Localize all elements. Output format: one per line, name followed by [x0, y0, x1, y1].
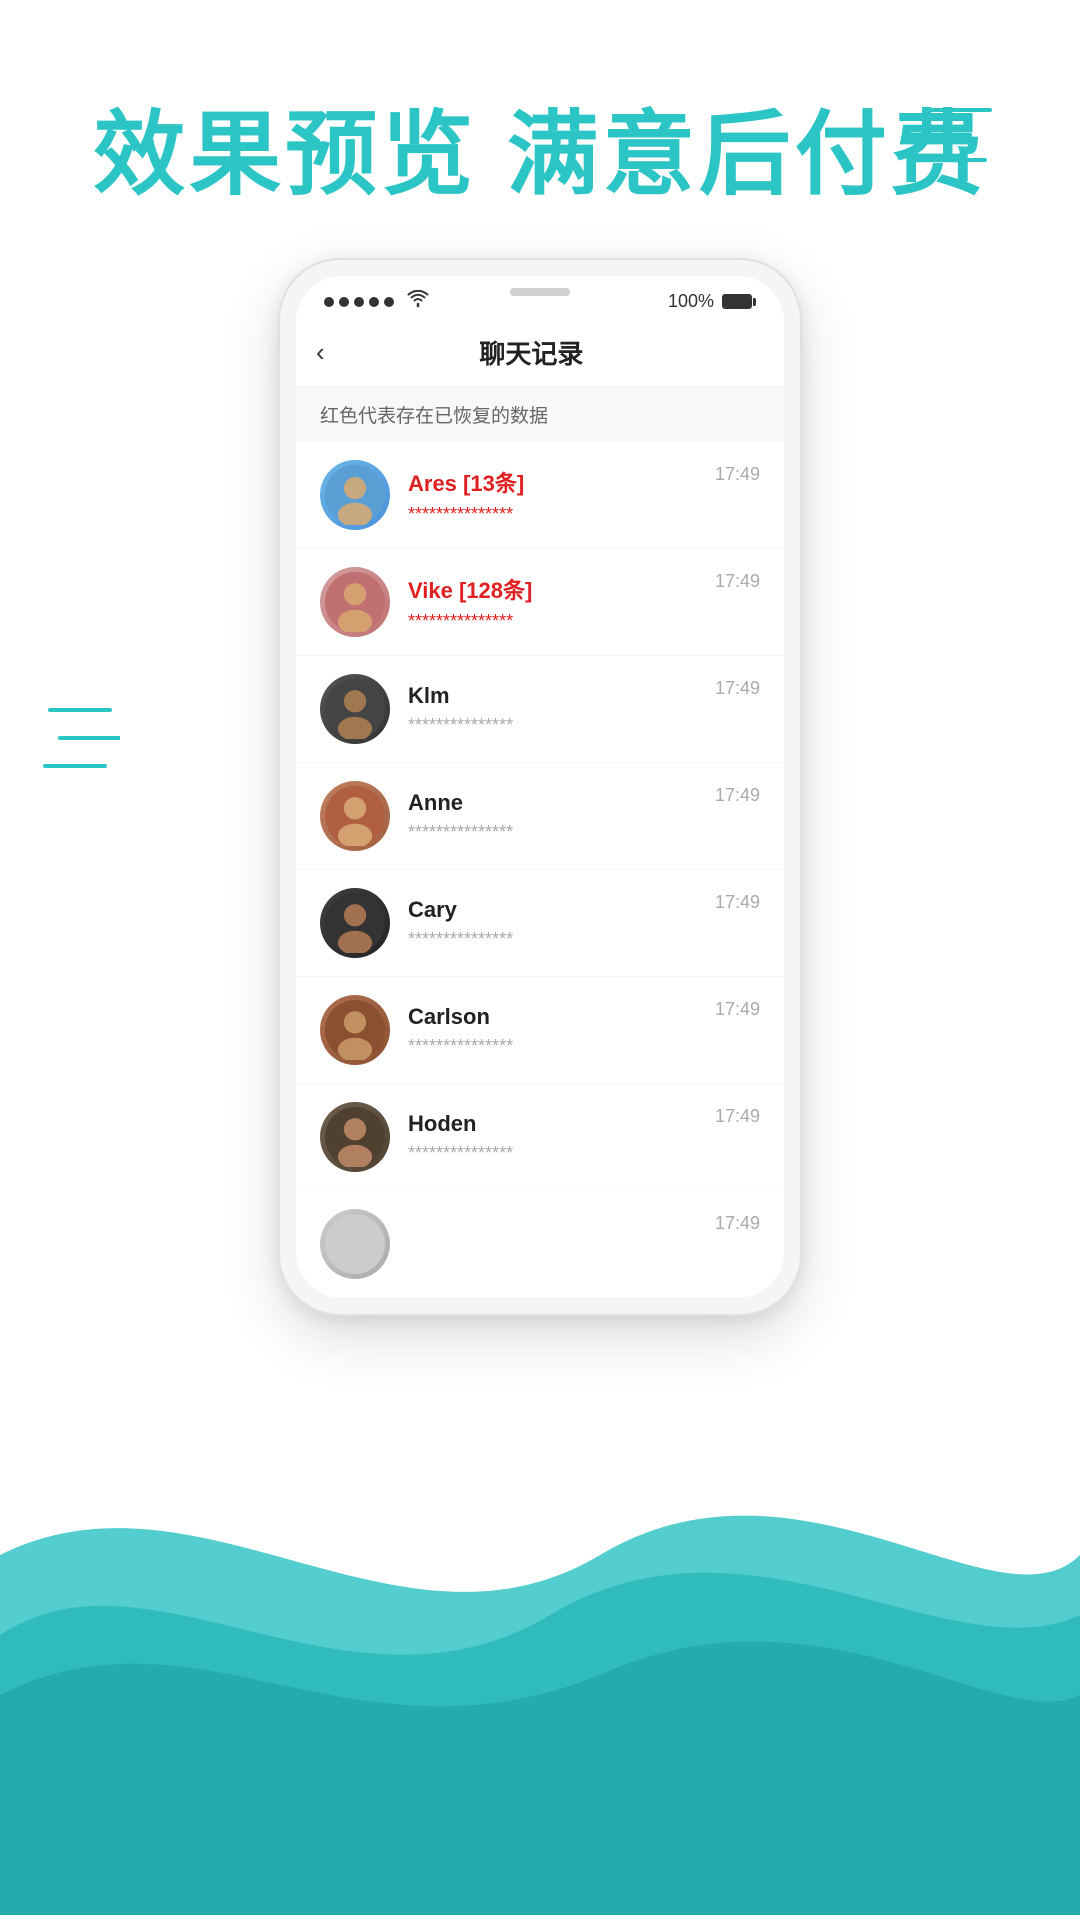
chat-item-ares[interactable]: Ares [13条] *************** 17:49 [296, 442, 784, 549]
deco-lines-top-right [900, 100, 1000, 185]
chat-preview-vike: *************** [408, 611, 697, 632]
chat-name-carlson: Carlson [408, 1004, 697, 1030]
avatar-klm [320, 674, 390, 744]
chat-item-hoden[interactable]: Hoden *************** 17:49 [296, 1084, 784, 1191]
chat-preview-carlson: *************** [408, 1036, 697, 1057]
phone-speaker [510, 288, 570, 296]
chat-preview-anne: *************** [408, 822, 697, 843]
chat-item-cary[interactable]: Cary *************** 17:49 [296, 870, 784, 977]
chat-time-carlson: 17:49 [715, 995, 760, 1020]
chat-info-vike: Vike [128条] *************** [408, 573, 697, 632]
chat-item-anne[interactable]: Anne *************** 17:49 [296, 763, 784, 870]
phone-screen: 100% ‹ 聊天记录 红色代表存在已恢复的数据 Ares [13条] [296, 276, 784, 1298]
chat-time-vike: 17:49 [715, 567, 760, 592]
battery-status: 100% [668, 291, 756, 312]
phone-mockup: 100% ‹ 聊天记录 红色代表存在已恢复的数据 Ares [13条] [280, 260, 800, 1314]
signal-dots [324, 290, 429, 313]
chat-info-ares: Ares [13条] *************** [408, 466, 697, 525]
chat-item-vike[interactable]: Vike [128条] *************** 17:49 [296, 549, 784, 656]
chat-info-carlson: Carlson *************** [408, 1004, 697, 1057]
chat-info-anne: Anne *************** [408, 790, 697, 843]
status-bar: 100% [296, 276, 784, 321]
deco-lines-left [40, 700, 120, 795]
chat-info-hoden: Hoden *************** [408, 1111, 697, 1164]
chat-preview-cary: *************** [408, 929, 697, 950]
chat-name-anne: Anne [408, 790, 697, 816]
chat-preview-ares: *************** [408, 504, 697, 525]
chat-name-hoden: Hoden [408, 1111, 697, 1137]
chat-item-carlson[interactable]: Carlson *************** 17:49 [296, 977, 784, 1084]
chat-preview-klm: *************** [408, 715, 697, 736]
avatar-vike [320, 567, 390, 637]
wifi-icon [407, 290, 429, 313]
chat-item-klm[interactable]: Klm *************** 17:49 [296, 656, 784, 763]
battery-percentage: 100% [668, 291, 714, 312]
avatar-cary [320, 888, 390, 958]
chat-time-hoden: 17:49 [715, 1102, 760, 1127]
chat-name-vike: Vike [128条] [408, 573, 697, 605]
chat-item-extra[interactable]: 17:49 [296, 1191, 784, 1298]
chat-time-extra: 17:49 [715, 1209, 760, 1234]
chat-list: Ares [13条]***************17:49Vike [128条… [296, 442, 784, 1298]
avatar-anne [320, 781, 390, 851]
chat-time-anne: 17:49 [715, 781, 760, 806]
signal-dot-4 [369, 297, 379, 307]
nav-title: 聊天记录 [335, 334, 728, 371]
chat-preview-hoden: *************** [408, 1143, 697, 1164]
wave-background [0, 1355, 1080, 1920]
chat-time-cary: 17:49 [715, 888, 760, 913]
avatar-extra [320, 1209, 390, 1279]
chat-name-klm: Klm [408, 683, 697, 709]
signal-dot-3 [354, 297, 364, 307]
chat-time-klm: 17:49 [715, 674, 760, 699]
chat-name-ares: Ares [13条] [408, 466, 697, 498]
signal-dot-1 [324, 297, 334, 307]
chat-name-cary: Cary [408, 897, 697, 923]
chat-info-klm: Klm *************** [408, 683, 697, 736]
avatar-carlson [320, 995, 390, 1065]
signal-dot-2 [339, 297, 349, 307]
avatar-ares [320, 460, 390, 530]
chat-time-ares: 17:49 [715, 460, 760, 485]
avatar-hoden [320, 1102, 390, 1172]
battery-icon [722, 294, 756, 309]
nav-bar: ‹ 聊天记录 [296, 321, 784, 387]
chat-info-cary: Cary *************** [408, 897, 697, 950]
signal-dot-5 [384, 297, 394, 307]
info-bar: 红色代表存在已恢复的数据 [296, 387, 784, 442]
back-button[interactable]: ‹ [316, 333, 335, 372]
